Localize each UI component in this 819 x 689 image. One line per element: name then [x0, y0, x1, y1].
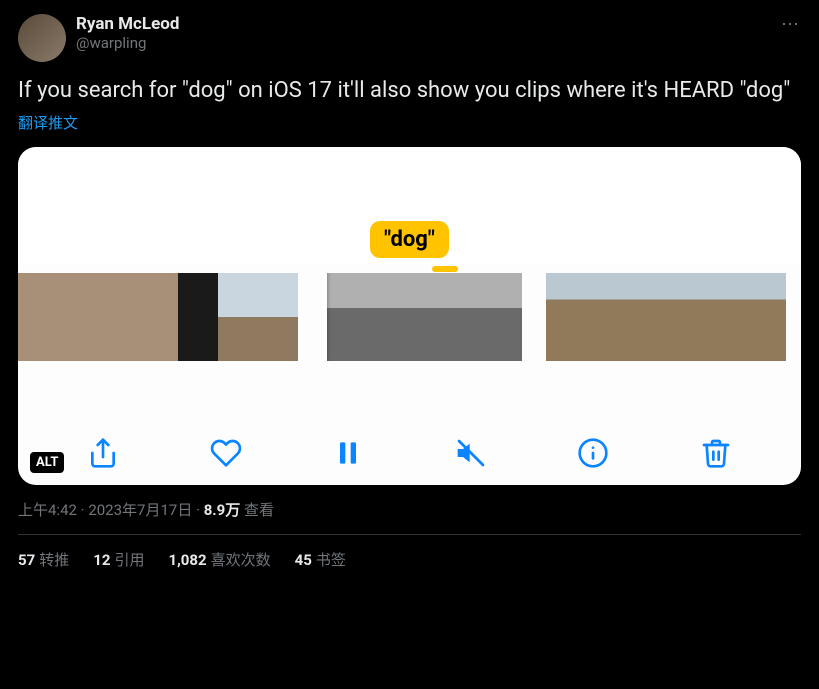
timeline-frame	[18, 273, 58, 361]
tweet-stats: 57转推 12引用 1,082喜欢次数 45书签	[18, 549, 801, 570]
timeline-frame	[178, 273, 218, 361]
retweets-stat[interactable]: 57转推	[18, 549, 69, 570]
views-count: 8.9万	[204, 501, 241, 519]
tweet-header: Ryan McLeod @warpling ⋯	[18, 14, 801, 62]
timeline-frame	[666, 273, 706, 361]
timeline-frame	[706, 273, 746, 361]
playhead[interactable]	[322, 273, 327, 361]
handle: @warpling	[76, 34, 179, 52]
media-card[interactable]: "dog"	[18, 147, 801, 485]
tweet-meta: 上午4:42 · 2023年7月17日 · 8.9万 查看	[18, 499, 801, 520]
timeline-frame	[98, 273, 138, 361]
translate-link[interactable]: 翻译推文	[18, 112, 78, 133]
likes-stat[interactable]: 1,082喜欢次数	[168, 549, 270, 570]
caption-badge-wrap: "dog"	[362, 221, 458, 272]
tweet-text: If you search for "dog" on iOS 17 it'll …	[18, 76, 801, 106]
timeline-frame	[362, 273, 402, 361]
divider	[18, 534, 801, 535]
timeline-frame	[58, 273, 98, 361]
timeline-frame	[218, 273, 258, 361]
quotes-stat[interactable]: 12引用	[93, 549, 144, 570]
timeline-frame	[402, 273, 442, 361]
timeline-frame	[626, 273, 666, 361]
views-label: 查看	[244, 501, 274, 519]
trash-icon[interactable]	[698, 435, 734, 471]
caption-caret	[432, 266, 458, 272]
timeline-clip[interactable]	[546, 273, 786, 361]
timeline-frame	[482, 273, 522, 361]
mute-icon[interactable]	[453, 435, 489, 471]
tweet-time[interactable]: 上午4:42	[18, 501, 77, 519]
timeline-frame	[138, 273, 178, 361]
caption-badge: "dog"	[370, 221, 449, 258]
media-controls	[18, 435, 801, 471]
timeline-frame	[746, 273, 786, 361]
timeline-frame	[586, 273, 626, 361]
timeline-frame	[546, 273, 586, 361]
display-name: Ryan McLeod	[76, 14, 179, 34]
tweet-date[interactable]: 2023年7月17日	[88, 501, 192, 519]
video-timeline[interactable]	[18, 273, 801, 361]
info-icon[interactable]	[575, 435, 611, 471]
timeline-clip-active[interactable]	[322, 273, 522, 361]
pause-icon[interactable]	[330, 435, 366, 471]
share-icon[interactable]	[85, 435, 121, 471]
timeline-clip[interactable]	[18, 273, 298, 361]
avatar[interactable]	[18, 14, 66, 62]
timeline-frame	[322, 273, 362, 361]
alt-badge[interactable]: ALT	[30, 452, 64, 473]
author-block[interactable]: Ryan McLeod @warpling	[76, 14, 179, 52]
heart-icon[interactable]	[208, 435, 244, 471]
timeline-frame	[442, 273, 482, 361]
bookmarks-stat[interactable]: 45书签	[295, 549, 346, 570]
timeline-frame	[258, 273, 298, 361]
more-icon[interactable]: ⋯	[781, 14, 801, 35]
